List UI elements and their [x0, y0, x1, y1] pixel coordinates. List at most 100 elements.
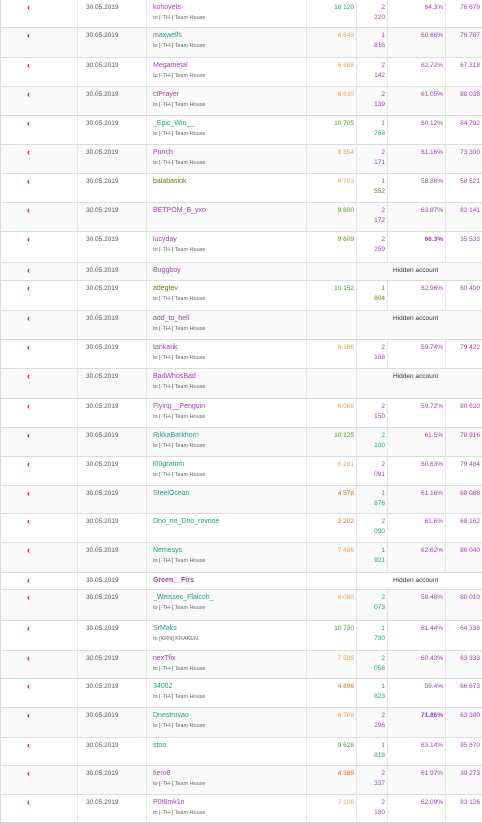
date-cell: 30.05.2019	[77, 428, 147, 456]
back-arrow-icon[interactable]: ‹	[27, 624, 30, 633]
player-name-link[interactable]: ctPrayer	[153, 91, 179, 98]
arrow-cell: ‹	[1, 369, 77, 398]
player-name-link[interactable]: tarikarik	[153, 344, 178, 351]
player-name-link[interactable]: BadWhosBad	[153, 373, 196, 380]
back-arrow-icon[interactable]: ‹	[27, 119, 30, 128]
table-row: ‹ 30.05.2019 kohovets to [-TH-] Team House 1…	[1, 0, 482, 28]
rating-cell: 86 040	[445, 543, 482, 572]
back-arrow-icon[interactable]: ‹	[27, 402, 30, 411]
player-name-link[interactable]: 34002	[153, 683, 172, 690]
player-name-link[interactable]: add_to_hell	[153, 315, 189, 322]
player-name-link[interactable]: Dnestrovao	[153, 712, 189, 719]
battles-top-value: 2	[381, 91, 385, 98]
player-name-link[interactable]: maxwells	[153, 32, 182, 39]
score-cell: 10 705	[306, 116, 357, 144]
back-arrow-icon[interactable]: ‹	[27, 343, 30, 352]
back-arrow-icon[interactable]: ‹	[27, 517, 30, 526]
back-arrow-icon[interactable]: ‹	[27, 314, 30, 323]
back-arrow-icon[interactable]: ‹	[27, 741, 30, 750]
back-arrow-icon[interactable]: ‹	[27, 284, 30, 293]
arrow-cell: ‹	[1, 116, 77, 144]
battles-top-value: 2	[381, 770, 385, 777]
date-cell: 30.05.2019	[77, 543, 147, 572]
player-name-link[interactable]: SrMaks	[153, 625, 177, 632]
player-name-link[interactable]: Buggboy	[153, 267, 181, 274]
player-name-link[interactable]: stoo	[153, 742, 166, 749]
date-cell: 30.05.2019	[77, 263, 147, 280]
player-name-link[interactable]: Punch	[153, 149, 173, 156]
back-arrow-icon[interactable]: ‹	[27, 177, 30, 186]
player-name-link[interactable]: Dno_no_Dno_rovnoe	[153, 518, 220, 525]
arrow-cell: ‹	[1, 573, 77, 589]
score-value: 6 630	[337, 91, 354, 98]
player-name-link[interactable]: kohovets	[153, 4, 181, 11]
battles-top-value: 1	[381, 32, 385, 39]
player-name-link[interactable]: lucyday	[153, 236, 177, 243]
back-arrow-icon[interactable]: ‹	[27, 769, 30, 778]
player-name-link[interactable]: balabasiok	[153, 178, 186, 185]
winrate-value: 61.6%	[424, 518, 443, 525]
battles-bottom-value: 296	[374, 722, 385, 729]
date-cell: 30.05.2019	[77, 486, 147, 513]
back-arrow-icon[interactable]: ‹	[27, 90, 30, 99]
rating-value: 68 162	[460, 518, 480, 525]
back-arrow-icon[interactable]: ‹	[27, 31, 30, 40]
battles-cell: 2 058	[356, 651, 388, 678]
player-name-link[interactable]: BETPOM_B_yxo	[153, 207, 206, 214]
battles-cell: 2 100	[356, 428, 388, 456]
player-name-link[interactable]: P0t8mk1n	[153, 799, 185, 806]
back-arrow-icon[interactable]: ‹	[27, 372, 30, 381]
table-row: ‹ 30.05.2019 maxwells to [-TH-] Team House 6…	[1, 28, 482, 58]
back-arrow-icon[interactable]: ‹	[27, 266, 30, 275]
back-arrow-icon[interactable]: ‹	[27, 654, 30, 663]
date-text: 30.05.2019	[86, 742, 119, 749]
back-arrow-icon[interactable]: ‹	[27, 711, 30, 720]
hidden-account-text: Hidden account	[393, 267, 439, 274]
player-cell: add_to_hell to [-TH-] Team House	[146, 311, 307, 339]
player-name-link[interactable]: l00gramm	[153, 461, 184, 468]
rating-value: 30 273	[460, 770, 480, 777]
rating-value: 35 533	[460, 236, 480, 243]
back-arrow-icon[interactable]: ‹	[27, 682, 30, 691]
player-name-link[interactable]: Megametal	[153, 62, 188, 69]
player-name-link[interactable]: _Epic_Win__	[153, 120, 194, 127]
arrow-cell: ‹	[1, 340, 77, 368]
back-arrow-icon[interactable]: ‹	[27, 593, 30, 602]
back-arrow-icon[interactable]: ‹	[27, 798, 30, 807]
player-cell: _Epic_Win__ to [-TH-] Team House	[146, 116, 307, 144]
date-text: 30.05.2019	[86, 149, 119, 156]
winrate-cell: 61.16%	[387, 145, 446, 173]
player-name-link[interactable]: Flying__Penguin	[153, 403, 205, 410]
back-arrow-icon[interactable]: ‹	[27, 206, 30, 215]
battles-cell: 2 150	[356, 399, 388, 427]
back-arrow-icon[interactable]: ‹	[27, 148, 30, 157]
player-name-link[interactable]: SteelOcean	[153, 490, 190, 497]
winrate-cell: 61.05%	[387, 87, 446, 115]
back-arrow-icon[interactable]: ‹	[27, 460, 30, 469]
score-value: 6 849	[337, 32, 354, 39]
back-arrow-icon[interactable]: ‹	[27, 3, 30, 12]
arrow-cell: ‹	[1, 651, 77, 678]
back-arrow-icon[interactable]: ‹	[27, 235, 30, 244]
date-text: 30.05.2019	[86, 373, 119, 380]
player-name-link[interactable]: Green__Firs	[153, 577, 194, 584]
player-name-link[interactable]: _Weissec_Flaicoh_	[153, 594, 214, 601]
player-cell: Dnestrovao to [-TH-] Team House	[146, 708, 307, 737]
back-arrow-icon[interactable]: ‹	[27, 576, 30, 585]
back-arrow-icon[interactable]: ‹	[27, 489, 30, 498]
score-value: 7 108	[337, 799, 354, 806]
back-arrow-icon[interactable]: ‹	[27, 431, 30, 440]
winrate-cell: 58.88%	[387, 174, 446, 202]
rating-cell: 63 333	[445, 651, 482, 678]
rating-value: 82 141	[460, 207, 480, 214]
player-name-link[interactable]: nexTfix	[153, 655, 176, 662]
back-arrow-icon[interactable]: ‹	[27, 546, 30, 555]
score-cell: 10 152	[306, 281, 357, 310]
arrow-cell: ‹	[1, 679, 77, 707]
back-arrow-icon[interactable]: ‹	[27, 61, 30, 70]
player-name-link[interactable]: RikkaBarkhorn	[153, 432, 199, 439]
player-name-link[interactable]: Nemesys	[153, 547, 182, 554]
player-name-link[interactable]: tiero8	[153, 770, 171, 777]
score-cell: 6 703	[306, 174, 357, 202]
player-name-link[interactable]: adegtev	[153, 285, 178, 292]
